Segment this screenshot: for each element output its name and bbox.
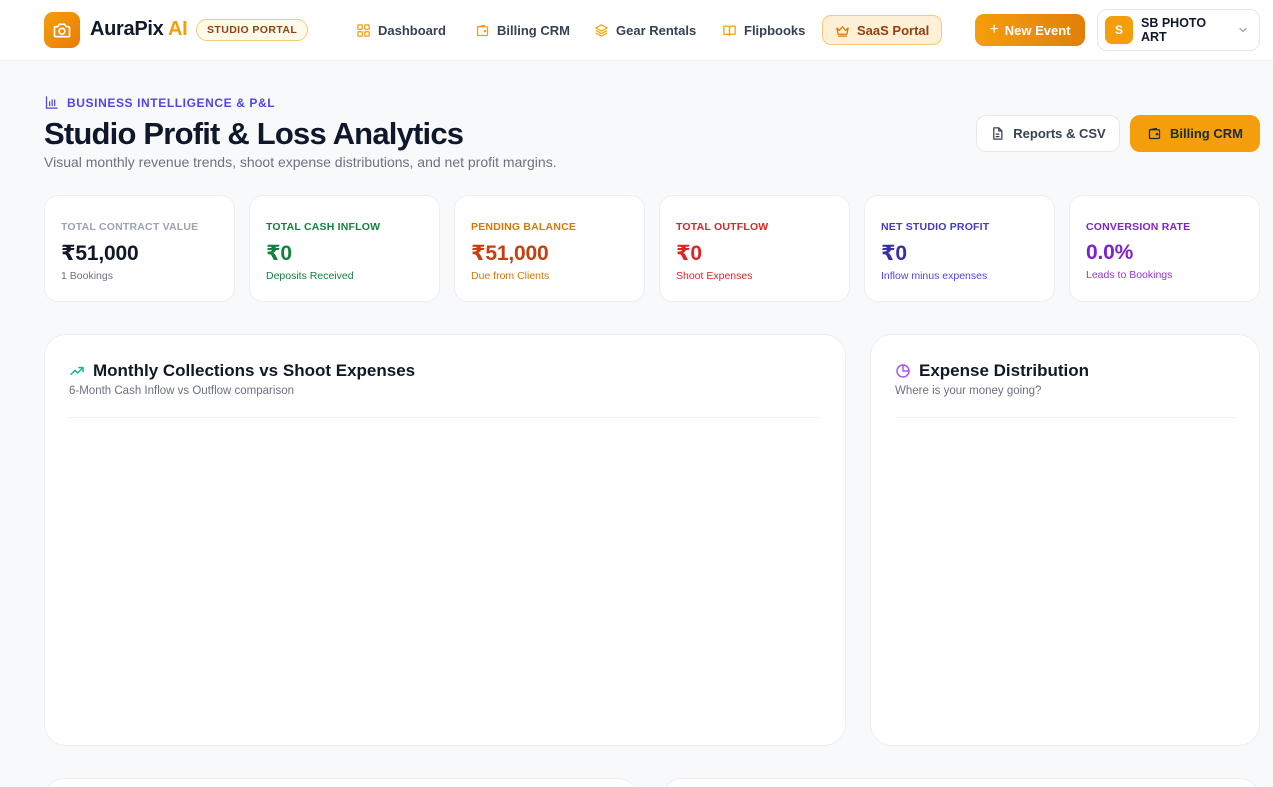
- divider: [69, 417, 821, 418]
- stat-value: ₹51,000: [471, 242, 549, 265]
- monthly-collections-panel: Monthly Collections vs Shoot Expenses 6-…: [44, 334, 846, 746]
- stat-value: 0.0%: [1086, 241, 1134, 264]
- new-event-label: New Event: [1004, 22, 1071, 38]
- new-event-button[interactable]: + New Event: [975, 14, 1085, 46]
- stat-sub: Shoot Expenses: [676, 270, 753, 282]
- user-name: SB PHOTO ART: [1141, 16, 1207, 44]
- camera-logo-icon[interactable]: [44, 12, 80, 48]
- billing-crm-button[interactable]: Billing CRM: [1130, 115, 1260, 152]
- panel-subtitle: Where is your money going?: [895, 385, 1042, 397]
- user-menu[interactable]: S SB PHOTO ART: [1097, 9, 1260, 51]
- stat-value: ₹0: [266, 242, 292, 265]
- stat-label: PENDING BALANCE: [471, 221, 577, 233]
- pie-chart-icon: [896, 364, 910, 378]
- stat-conversion-rate: CONVERSION RATE 0.0% Leads to Bookings: [1069, 195, 1260, 302]
- brand-ai: AI: [168, 18, 188, 40]
- stat-total-outflow: TOTAL OUTFLOW ₹0 Shoot Expenses: [659, 195, 850, 302]
- panel-title: Monthly Collections vs Shoot Expenses: [93, 361, 416, 380]
- stat-sub: Due from Clients: [471, 270, 550, 282]
- nav-dashboard-label: Dashboard: [378, 22, 446, 38]
- stat-total-cash-inflow: TOTAL CASH INFLOW ₹0 Deposits Received: [249, 195, 440, 302]
- stat-label: CONVERSION RATE: [1086, 221, 1191, 233]
- bar-chart-icon: [45, 96, 58, 109]
- layers-icon: [595, 23, 608, 37]
- stat-value: ₹51,000: [61, 242, 139, 265]
- collections-chart-area: [69, 419, 821, 721]
- nav-gear-rentals-label: Gear Rentals: [616, 22, 697, 38]
- nav-billing-crm-label: Billing CRM: [497, 22, 570, 38]
- brand-name[interactable]: AuraPix AI: [90, 18, 188, 41]
- stat-net-studio-profit: NET STUDIO PROFIT ₹0 Inflow minus expens…: [864, 195, 1055, 302]
- panel-title: Expense Distribution: [919, 361, 1090, 380]
- file-icon: [993, 127, 1003, 140]
- bottom-card-left: [44, 778, 638, 787]
- panel-subtitle: 6-Month Cash Inflow vs Outflow compariso…: [69, 385, 294, 397]
- stat-label: TOTAL CONTRACT VALUE: [61, 221, 199, 233]
- stat-sub: Deposits Received: [266, 270, 354, 282]
- stat-sub: 1 Bookings: [61, 270, 113, 282]
- page-subtitle: Visual monthly revenue trends, shoot exp…: [44, 154, 557, 170]
- wallet-icon: [1148, 127, 1161, 140]
- book-icon: [723, 25, 736, 36]
- page-eyebrow: BUSINESS INTELLIGENCE & P&L: [44, 95, 275, 110]
- divider: [895, 417, 1235, 418]
- stat-sub: Leads to Bookings: [1086, 269, 1173, 281]
- expense-distribution-panel: Expense Distribution Where is your money…: [870, 334, 1260, 746]
- crown-icon: [836, 25, 849, 37]
- distribution-chart-area: [895, 419, 1235, 721]
- nav-saas-portal-label: SaaS Portal: [857, 22, 930, 38]
- stat-total-contract-value: TOTAL CONTRACT VALUE ₹51,000 1 Bookings: [44, 195, 235, 302]
- reports-csv-button[interactable]: Reports & CSV: [976, 115, 1120, 152]
- nav-billing-crm[interactable]: Billing CRM: [467, 15, 578, 45]
- stat-label: TOTAL CASH INFLOW: [266, 221, 381, 233]
- grid-icon: [357, 23, 370, 37]
- stat-sub: Inflow minus expenses: [881, 270, 988, 282]
- stat-label: TOTAL OUTFLOW: [676, 221, 769, 233]
- wallet-icon: [476, 24, 489, 36]
- reports-csv-label: Reports & CSV: [1013, 126, 1106, 141]
- eyebrow-label: BUSINESS INTELLIGENCE & P&L: [67, 95, 276, 110]
- nav-flipbooks-label: Flipbooks: [744, 22, 806, 38]
- nav-gear-rentals[interactable]: Gear Rentals: [586, 15, 704, 45]
- bottom-card-right: [662, 778, 1260, 787]
- stat-value: ₹0: [881, 242, 907, 265]
- trending-up-icon: [70, 366, 84, 376]
- chevron-down-icon: [1239, 27, 1247, 33]
- billing-crm-label: Billing CRM: [1170, 126, 1243, 141]
- stat-label: NET STUDIO PROFIT: [881, 221, 990, 233]
- page-title: Studio Profit & Loss Analytics: [44, 116, 464, 151]
- studio-portal-badge: STUDIO PORTAL: [196, 19, 309, 41]
- stat-pending-balance: PENDING BALANCE ₹51,000 Due from Clients: [454, 195, 645, 302]
- plus-icon: +: [989, 21, 999, 38]
- avatar: S: [1105, 16, 1133, 44]
- nav-saas-portal[interactable]: SaaS Portal: [822, 15, 943, 45]
- panel-header: Monthly Collections vs Shoot Expenses: [69, 361, 415, 381]
- stat-value: ₹0: [676, 242, 702, 265]
- nav-dashboard[interactable]: Dashboard: [348, 15, 454, 45]
- nav-flipbooks[interactable]: Flipbooks: [714, 15, 813, 45]
- top-navbar: AuraPix AI STUDIO PORTAL Dashboard Billi…: [0, 0, 1273, 61]
- panel-header: Expense Distribution: [895, 361, 1089, 381]
